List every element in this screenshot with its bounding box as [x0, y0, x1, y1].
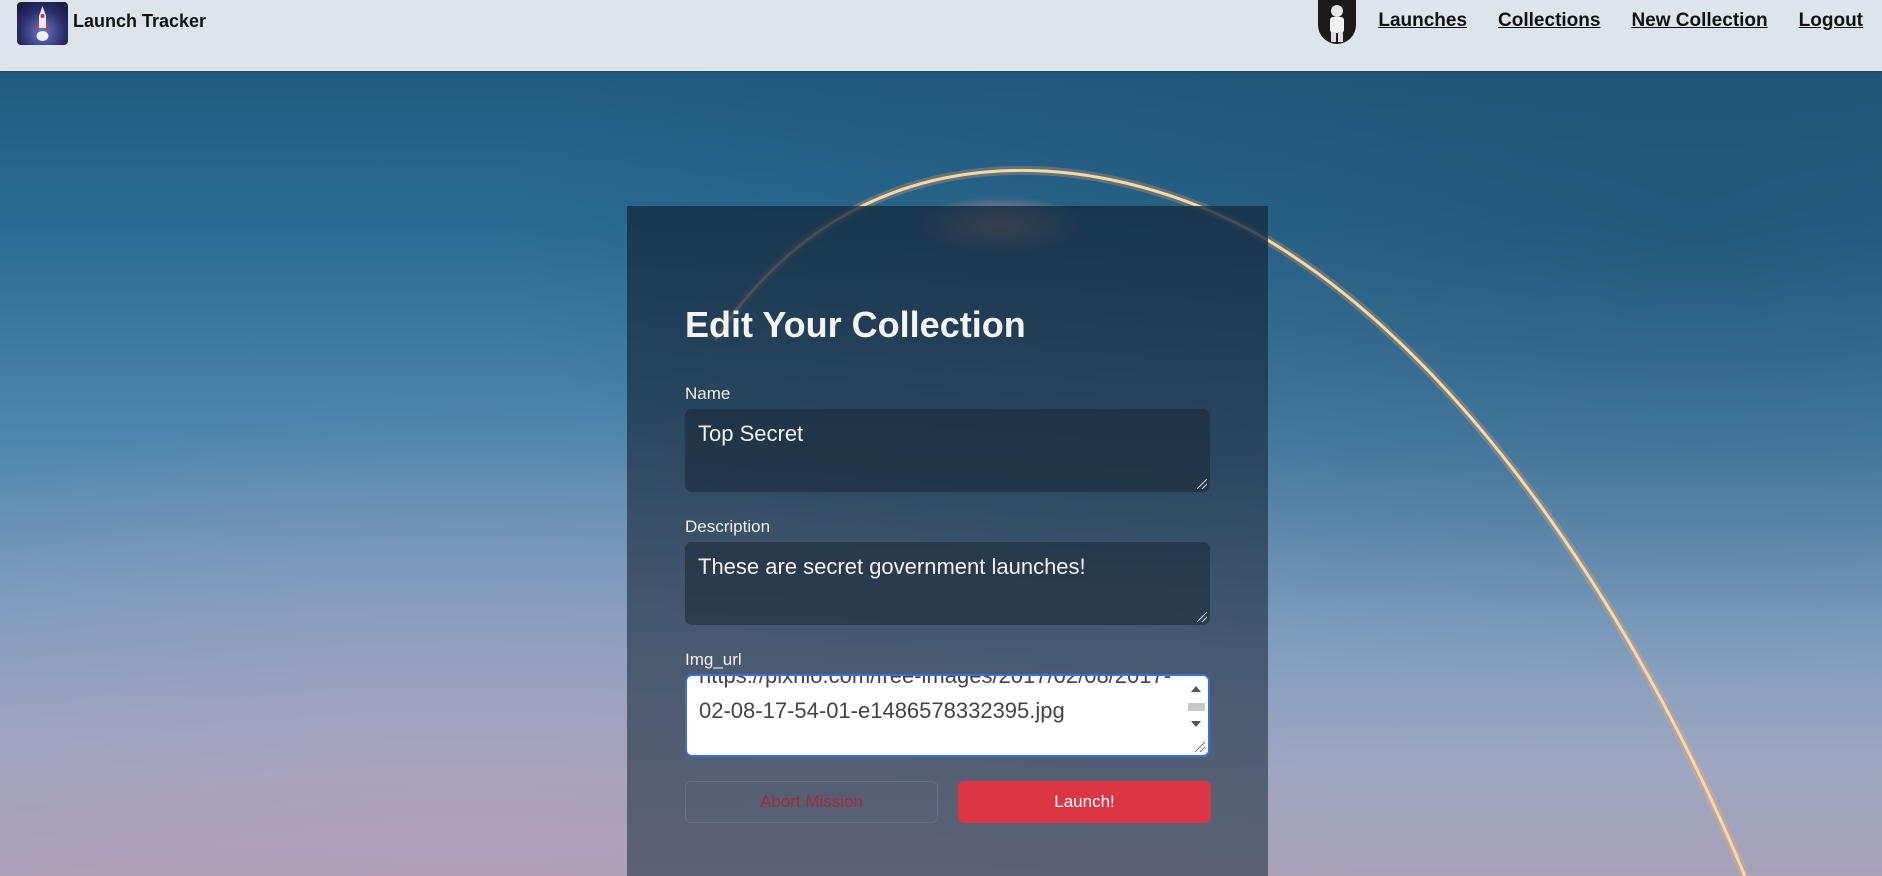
astronaut-avatar[interactable] [1318, 0, 1356, 44]
edit-collection-card: Edit Your Collection Name Top Secret Des… [627, 206, 1268, 876]
scroll-thumb[interactable] [1188, 703, 1205, 711]
name-field[interactable]: Top Secret [685, 409, 1210, 492]
name-label: Name [685, 384, 731, 403]
resize-handle-icon[interactable] [1195, 742, 1205, 752]
nav-link-collections[interactable]: Collections [1498, 10, 1600, 32]
nav-links: Launches Collections New Collection Logo… [1378, 10, 1863, 32]
nav-link-launches[interactable]: Launches [1378, 10, 1467, 32]
description-value: These are secret government launches! [698, 554, 1086, 579]
scroll-up-icon[interactable] [1191, 686, 1201, 692]
img-url-field[interactable]: https://pixnio.com/free-images/2017/02/0… [685, 674, 1210, 757]
description-field[interactable]: These are secret government launches! [685, 542, 1210, 625]
resize-handle-icon[interactable] [1197, 612, 1207, 622]
scroll-down-icon[interactable] [1191, 721, 1201, 727]
description-label: Description [685, 517, 771, 536]
img-url-label: Img_url [685, 650, 742, 669]
brand[interactable]: Launch Tracker [17, 2, 206, 45]
rocket-logo-icon [17, 2, 68, 45]
abort-mission-button[interactable]: Abort Mission [685, 781, 938, 823]
form-title: Edit Your Collection [685, 304, 1026, 345]
brand-name: Launch Tracker [73, 11, 207, 31]
launch-button[interactable]: Launch! [958, 781, 1211, 823]
top-navbar: Launch Tracker Launches Collections New … [0, 0, 1882, 71]
nav-link-logout[interactable]: Logout [1799, 10, 1863, 32]
nav-link-new-collection[interactable]: New Collection [1631, 10, 1767, 32]
name-value: Top Secret [698, 421, 804, 446]
resize-handle-icon[interactable] [1197, 479, 1207, 489]
img-url-value: https://pixnio.com/free-images/2017/02/0… [699, 674, 1172, 723]
